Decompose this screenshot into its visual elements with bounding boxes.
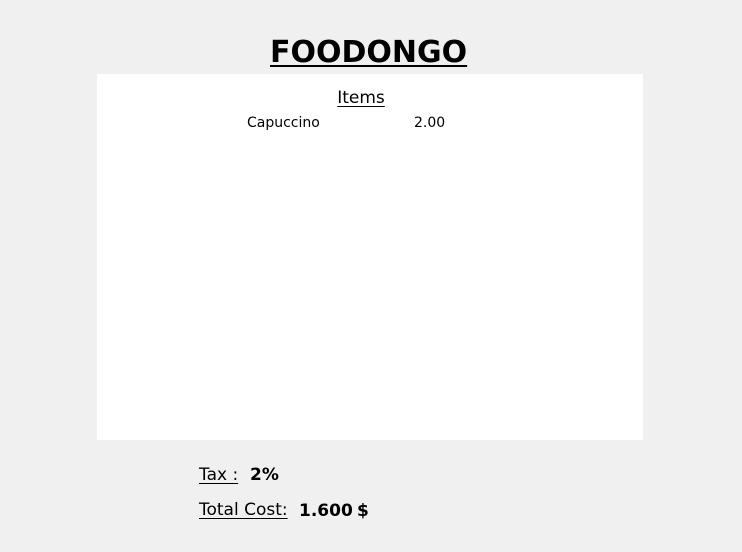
app-logo-title: FOODONGO (270, 35, 468, 70)
tax-value: 2% (250, 465, 279, 485)
items-list-panel: Items Capuccino 2.00 (97, 74, 643, 440)
currency-symbol: $ (357, 501, 369, 521)
item-name: Capuccino (247, 115, 320, 131)
tax-label: Tax : (199, 465, 239, 485)
total-cost-value: 1.600 (299, 501, 353, 521)
list-item[interactable]: Capuccino 2.00 (247, 115, 447, 135)
item-price: 2.00 (414, 115, 446, 131)
items-heading: Items (337, 88, 385, 108)
total-cost-label: Total Cost: (199, 500, 288, 520)
